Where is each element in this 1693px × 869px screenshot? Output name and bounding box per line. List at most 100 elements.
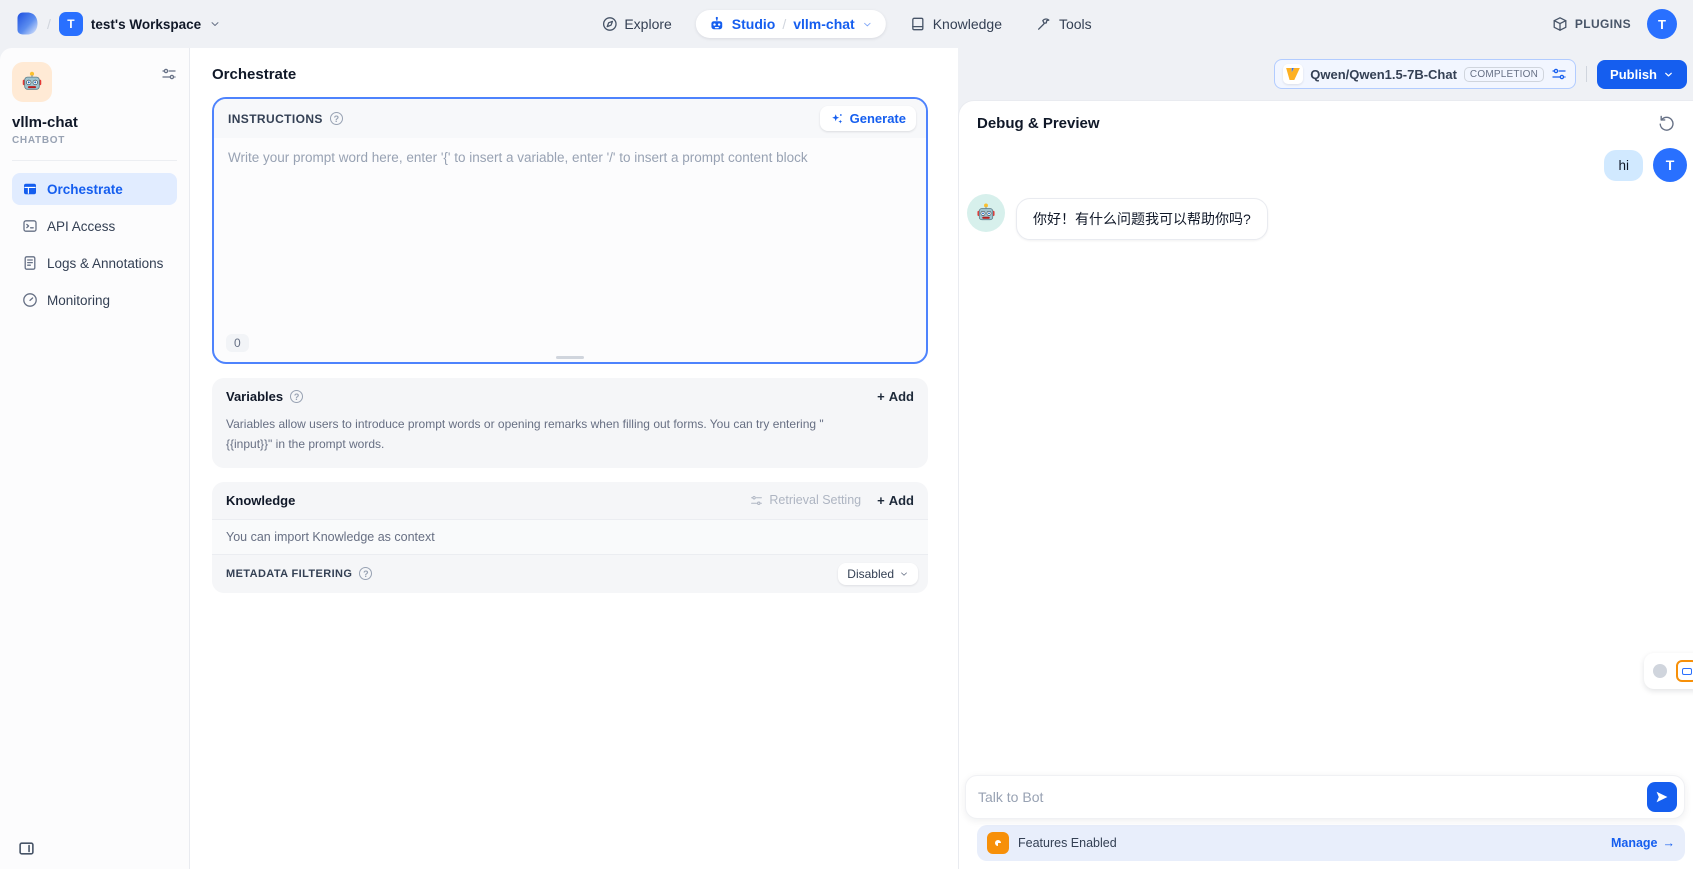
orchestrate-panel: Orchestrate INSTRUCTIONS ? Generate 0 <box>190 48 958 869</box>
paper-plane-icon <box>1655 790 1669 804</box>
sidebar-item-label: Monitoring <box>47 293 110 308</box>
nav-explore-label: Explore <box>624 16 671 32</box>
features-enabled-label: Features Enabled <box>1018 836 1117 850</box>
generate-label: Generate <box>850 111 906 126</box>
prompt-input[interactable] <box>228 150 912 300</box>
plus-icon: + <box>877 493 885 508</box>
variables-title: Variables <box>226 389 283 404</box>
app-window-icon <box>22 181 38 197</box>
send-button[interactable] <box>1647 782 1677 812</box>
collapse-sidebar-icon[interactable] <box>18 840 35 857</box>
app-shell: vllm-chat CHATBOT Orchestrate API Access… <box>0 48 1693 869</box>
sidebar-app-type-badge: CHATBOT <box>12 135 177 146</box>
debug-preview-title: Debug & Preview <box>977 115 1100 132</box>
add-variable-button[interactable]: + Add <box>877 389 914 404</box>
knowledge-section: Knowledge Retrieval Setting + Add You c <box>212 482 928 593</box>
publish-label: Publish <box>1610 67 1657 82</box>
add-knowledge-button[interactable]: + Add <box>877 493 914 508</box>
robot-icon <box>709 16 725 32</box>
help-icon[interactable]: ? <box>330 112 343 125</box>
retrieval-setting-button[interactable]: Retrieval Setting <box>750 493 861 507</box>
terminal-icon <box>22 218 38 234</box>
metadata-filtering-row: METADATA FILTERING ? Disabled <box>212 554 928 593</box>
workspace-switcher[interactable]: / T test's Workspace <box>16 11 221 38</box>
chat-message-assistant: 你好！有什么问题我可以帮助你吗? <box>965 194 1687 240</box>
nav-current-app: vllm-chat <box>793 16 854 32</box>
scroll-dot-button[interactable] <box>1653 664 1667 678</box>
right-column: Qwen/Qwen1.5-7B-Chat COMPLETION Publish … <box>958 48 1693 869</box>
add-label: Add <box>889 389 914 404</box>
resize-handle[interactable] <box>556 356 584 359</box>
help-icon[interactable]: ? <box>359 567 372 580</box>
sidebar-item-orchestrate[interactable]: Orchestrate <box>12 173 177 205</box>
chevron-down-icon <box>1663 69 1674 80</box>
features-bar: Features Enabled Manage → <box>977 825 1685 861</box>
floating-widget <box>1644 653 1693 689</box>
char-count: 0 <box>226 334 249 352</box>
book-icon <box>910 16 926 32</box>
nav-explore[interactable]: Explore <box>591 10 681 38</box>
gauge-icon <box>22 292 38 308</box>
nav-knowledge[interactable]: Knowledge <box>900 10 1012 38</box>
chevron-down-icon[interactable] <box>862 19 873 30</box>
assistant-message-bubble: 你好！有什么问题我可以帮助你吗? <box>1016 198 1268 240</box>
restart-conversation-icon[interactable] <box>1658 115 1675 132</box>
debug-preview-panel: Debug & Preview hi T <box>958 100 1693 869</box>
manage-label: Manage <box>1611 836 1658 850</box>
sidebar-item-logs-annotations[interactable]: Logs & Annotations <box>12 247 177 279</box>
sparkle-icon <box>830 112 844 126</box>
app-sidebar: vllm-chat CHATBOT Orchestrate API Access… <box>0 48 190 869</box>
retrieval-sliders-icon <box>750 494 763 507</box>
help-icon[interactable]: ? <box>290 390 303 403</box>
model-selector[interactable]: Qwen/Qwen1.5-7B-Chat COMPLETION <box>1274 59 1576 89</box>
add-label: Add <box>889 493 914 508</box>
variables-section: Variables ? + Add Variables allow users … <box>212 378 928 468</box>
sidebar-divider <box>12 160 177 161</box>
workspace-avatar: T <box>59 12 83 36</box>
chevron-down-icon <box>209 18 221 30</box>
model-name: Qwen/Qwen1.5-7B-Chat <box>1310 67 1457 82</box>
generate-button[interactable]: Generate <box>820 106 916 131</box>
robot-emoji-icon <box>974 201 998 225</box>
model-toolbar: Qwen/Qwen1.5-7B-Chat COMPLETION Publish <box>958 48 1693 100</box>
knowledge-title: Knowledge <box>226 493 295 508</box>
nav-tools-label: Tools <box>1059 16 1092 32</box>
topbar-right: PLUGINS T <box>1552 9 1677 39</box>
knowledge-description: You can import Knowledge as context <box>212 519 928 554</box>
plus-icon: + <box>877 389 885 404</box>
sidebar-app-name: vllm-chat <box>12 114 177 131</box>
manage-features-link[interactable]: Manage → <box>1611 836 1675 850</box>
sidebar-item-api-access[interactable]: API Access <box>12 210 177 242</box>
nav-knowledge-label: Knowledge <box>933 16 1002 32</box>
features-icon <box>987 832 1009 854</box>
app-settings-icon[interactable] <box>161 66 177 82</box>
instructions-editor: INSTRUCTIONS ? Generate 0 <box>212 97 928 364</box>
chat-message-user: hi T <box>965 148 1687 182</box>
nav-studio-active[interactable]: Studio / vllm-chat <box>696 10 886 38</box>
user-chat-avatar: T <box>1653 148 1687 182</box>
mini-app-icon[interactable] <box>1676 660 1693 682</box>
dify-logo <box>16 11 39 38</box>
page-title: Orchestrate <box>212 66 928 83</box>
instructions-title: INSTRUCTIONS <box>228 112 323 126</box>
metadata-filtering-select[interactable]: Disabled <box>838 563 918 585</box>
vllm-logo-icon <box>1283 64 1303 84</box>
chat-footer: Features Enabled Manage → <box>959 769 1693 869</box>
plugins-button[interactable]: PLUGINS <box>1552 16 1631 32</box>
chevron-down-icon <box>899 569 909 579</box>
sidebar-item-label: Logs & Annotations <box>47 256 163 271</box>
model-parameters-icon[interactable] <box>1551 66 1567 82</box>
nav-tools[interactable]: Tools <box>1026 10 1102 38</box>
sidebar-item-monitoring[interactable]: Monitoring <box>12 284 177 316</box>
app-icon[interactable] <box>12 62 52 102</box>
studio-breadcrumb-separator: / <box>782 16 786 32</box>
retrieval-setting-label: Retrieval Setting <box>769 493 861 507</box>
user-avatar[interactable]: T <box>1647 9 1677 39</box>
chat-input[interactable] <box>965 775 1685 819</box>
plugins-label: PLUGINS <box>1575 17 1631 31</box>
top-navigation-bar: / T test's Workspace Explore Studio / vl… <box>0 0 1693 48</box>
bot-avatar <box>967 194 1005 232</box>
publish-button[interactable]: Publish <box>1597 60 1687 89</box>
sidebar-item-label: Orchestrate <box>47 182 123 197</box>
chat-transcript: hi T 你好！有什么问题我可以帮助你吗? <box>959 140 1693 769</box>
